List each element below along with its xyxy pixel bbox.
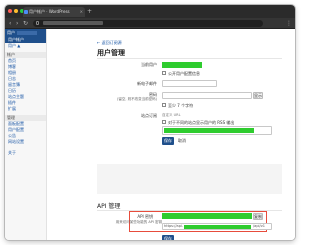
rss-url-value-redacted — [164, 128, 254, 133]
title-bar: 用户帐户 · WordPress × + — [5, 5, 295, 18]
site-feed-label: 站点订阅 — [141, 113, 157, 118]
show-password-button[interactable]: 显示 — [253, 92, 263, 99]
back-link[interactable]: ← 返回订阅源 — [97, 40, 122, 46]
url-text-redacted — [43, 21, 103, 25]
api-section-title: API 管理 — [97, 203, 121, 210]
window-controls — [8, 9, 24, 13]
password-hint-label: 至少 7 个字符 — [168, 103, 194, 108]
section-spacer — [97, 164, 282, 194]
browser-window: 用户帐户 · WordPress × + ‹ › ↻ ⋮ 用户 用户帐户 用户 … — [5, 5, 295, 240]
current-user-label: 当前用户 — [141, 62, 157, 67]
forward-icon[interactable]: › — [16, 19, 18, 28]
sidebar: 用户 用户帐户 用户 ▲ 帐户 首页 博客 相册 日志 留言簿 日历 站点主题 … — [5, 29, 47, 240]
current-user-value-redacted — [162, 62, 202, 68]
rss-output-label: 对于不同的站点显示用户的 RSS 输出 — [168, 120, 235, 125]
back-icon[interactable]: ‹ — [9, 19, 11, 28]
main-content: ← 返回订阅源 用户管理 当前用户 公开用户配置信息 新电子邮件 密码 (留空,… — [47, 29, 295, 240]
password-hint-checkbox[interactable] — [162, 103, 166, 107]
browser-toolbar: ‹ › ↻ ⋮ — [5, 18, 295, 29]
close-window-icon[interactable] — [8, 9, 12, 13]
email-field[interactable] — [162, 80, 217, 87]
sidebar-header-label: 用户 — [7, 30, 15, 35]
api-save-button[interactable]: 保存 — [162, 235, 174, 240]
title-divider — [97, 58, 282, 59]
api-key-value-redacted — [162, 213, 252, 219]
password-field[interactable] — [162, 92, 252, 99]
password-sublabel: (留空, 则不改变当前密码) — [117, 97, 157, 101]
minimize-window-icon[interactable] — [14, 9, 18, 13]
api-url-prefix: https://api. — [164, 224, 183, 228]
page-title: 用户管理 — [97, 49, 125, 57]
api-key-copy-button[interactable]: 复制 — [253, 213, 263, 220]
sidebar-item-about[interactable]: 关于 — [5, 150, 46, 156]
cancel-button[interactable]: 取消 — [178, 137, 186, 145]
tab-close-icon[interactable]: × — [80, 7, 83, 17]
api-url-suffix: /api/v1 — [253, 224, 265, 228]
address-bar[interactable] — [33, 20, 263, 27]
sidebar-header-redacted — [17, 31, 37, 35]
lock-icon — [36, 21, 39, 25]
api-key-sublabel: 用来访问某些功能的 API 密钥 — [115, 220, 162, 224]
site-feed-sublabel: 自定义 URL — [162, 113, 181, 117]
favicon-icon — [24, 10, 28, 14]
new-tab-icon[interactable]: + — [87, 7, 92, 16]
public-profile-label: 公开用户配置信息 — [168, 71, 200, 76]
rss-output-checkbox[interactable] — [162, 120, 166, 124]
public-profile-checkbox[interactable] — [162, 71, 166, 75]
api-url-value-redacted — [184, 225, 251, 229]
sidebar-header: 用户 — [5, 29, 46, 37]
tab-title: 用户帐户 · WordPress — [29, 9, 70, 14]
email-label: 新电子邮件 — [137, 81, 157, 86]
api-key-label: API 密钥 — [137, 214, 153, 219]
reload-icon[interactable]: ↻ — [23, 19, 28, 28]
browser-tab[interactable]: 用户帐户 · WordPress × — [23, 7, 85, 17]
browser-menu-icon[interactable]: ⋮ — [286, 19, 292, 28]
save-button[interactable]: 保存 — [162, 137, 174, 145]
